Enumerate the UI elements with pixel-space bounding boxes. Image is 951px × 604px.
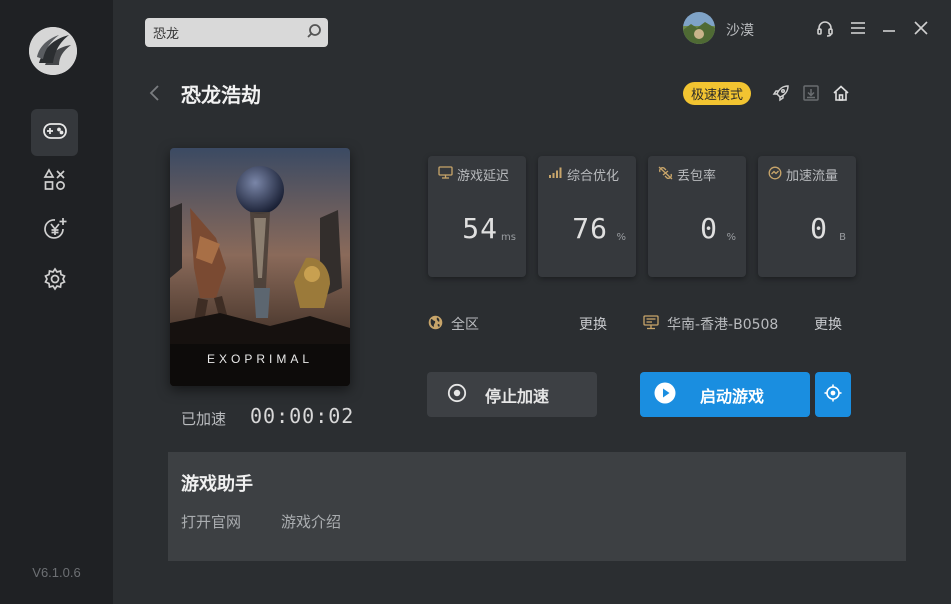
- server-change-link[interactable]: 更换: [814, 314, 842, 334]
- locate-button[interactable]: [815, 372, 851, 417]
- stat-label: 综合优化: [567, 169, 620, 184]
- stat-card-packet-loss: 丢包率 0 %: [648, 156, 746, 277]
- stop-circle-icon: [447, 383, 467, 407]
- avatar[interactable]: [683, 12, 715, 44]
- home-icon[interactable]: [830, 82, 852, 104]
- menu-icon[interactable]: [848, 18, 868, 38]
- sidebar-item-apps[interactable]: [31, 158, 78, 205]
- yen-plus-icon: [42, 216, 68, 246]
- rocket-icon[interactable]: [770, 82, 792, 104]
- server-icon: [643, 315, 659, 334]
- region-change-link[interactable]: 更换: [579, 314, 607, 334]
- region-name: 全区: [451, 317, 479, 333]
- stat-unit: B: [839, 232, 846, 243]
- stat-unit: %: [616, 232, 626, 243]
- stat-value: 0: [810, 212, 828, 245]
- back-chevron-icon[interactable]: [148, 82, 164, 104]
- sidebar-item-settings[interactable]: [31, 257, 78, 304]
- stat-label: 游戏延迟: [457, 169, 510, 184]
- stop-accelerate-button[interactable]: 停止加速: [427, 372, 597, 417]
- sidebar-item-games[interactable]: [31, 109, 78, 156]
- search-icon[interactable]: [306, 23, 322, 43]
- start-game-label: 启动游戏: [700, 386, 765, 406]
- stat-unit: %: [726, 232, 736, 243]
- stop-accelerate-label: 停止加速: [485, 386, 550, 406]
- stat-card-optimization: 综合优化 76 %: [538, 156, 636, 277]
- app-version: V6.1.0.6: [32, 565, 81, 580]
- page-title: 恐龙浩劫: [181, 83, 261, 107]
- play-icon: [654, 382, 676, 408]
- minimize-icon[interactable]: [879, 18, 899, 38]
- traffic-icon: [768, 166, 782, 184]
- app-logo: [29, 27, 77, 75]
- apps-icon: [43, 167, 67, 196]
- headset-icon[interactable]: [815, 18, 835, 38]
- gamepad-icon: [42, 120, 68, 146]
- username[interactable]: 沙漠: [726, 20, 754, 40]
- game-assistant-panel: 游戏助手 打开官网 游戏介绍: [168, 452, 906, 561]
- cover-logo-text: EXOPRIMAL: [207, 352, 313, 366]
- game-cover-image: EXOPRIMAL: [170, 148, 350, 386]
- sidebar: V6.1.0.6: [0, 0, 113, 604]
- gear-icon: [43, 266, 67, 295]
- download-icon[interactable]: [800, 82, 822, 104]
- stat-label: 丢包率: [677, 169, 717, 184]
- location-target-icon: [824, 384, 842, 406]
- stat-value: 0: [700, 212, 718, 245]
- accelerated-label: 已加速: [181, 410, 227, 428]
- search-box[interactable]: [145, 18, 328, 47]
- stat-card-latency: 游戏延迟 54 ms: [428, 156, 526, 277]
- game-intro-link[interactable]: 游戏介绍: [281, 511, 341, 532]
- start-game-button[interactable]: 启动游戏: [640, 372, 810, 417]
- globe-icon: [428, 315, 443, 334]
- close-icon[interactable]: [911, 18, 931, 38]
- accelerated-timer: 00:00:02: [250, 404, 355, 428]
- latency-icon: [438, 166, 453, 183]
- search-input[interactable]: [153, 25, 306, 40]
- stat-label: 加速流量: [786, 169, 839, 184]
- stat-value: 76: [572, 212, 608, 245]
- server-name: 华南-香港-B0508: [667, 317, 779, 333]
- open-official-site-link[interactable]: 打开官网: [181, 511, 241, 532]
- assistant-title: 游戏助手: [181, 474, 253, 495]
- packet-loss-icon: [658, 166, 673, 184]
- stat-card-traffic: 加速流量 0 B: [758, 156, 856, 277]
- signal-bars-icon: [548, 166, 563, 183]
- sidebar-item-recharge[interactable]: [31, 207, 78, 254]
- speed-mode-badge[interactable]: 极速模式: [683, 82, 752, 105]
- stat-unit: ms: [501, 232, 516, 243]
- stat-value: 54: [462, 212, 498, 245]
